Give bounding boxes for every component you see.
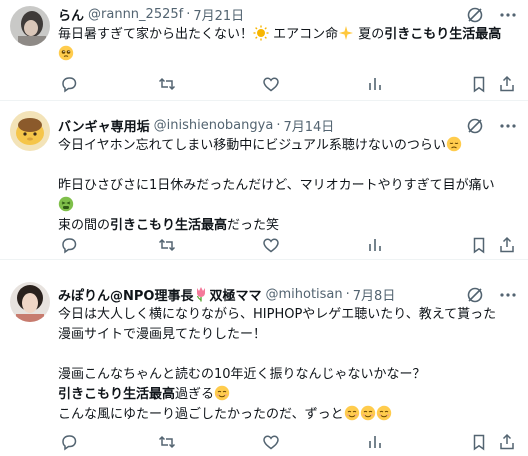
pleading-face-emoji — [58, 45, 74, 61]
tweet[interactable]: バンギャ専用垢 @inishienobangya · 7月14日 今日イヤホン忘… — [0, 101, 528, 260]
like-icon[interactable] — [261, 432, 281, 452]
avatar[interactable] — [10, 282, 50, 322]
disappointed-face-emoji — [446, 136, 462, 152]
like-icon[interactable] — [261, 235, 281, 255]
share-icon[interactable] — [497, 74, 517, 94]
text-segment: 今日イヤホン忘れてしまい移動中にビジュアル系聴けないのつらい — [58, 138, 446, 153]
relieved-face-emoji — [360, 405, 376, 421]
more-icon[interactable] — [498, 5, 518, 25]
text-segment: 昨日ひさびさに1日休みだったんだけど、マリオカートやりすぎて目が痛い — [58, 178, 495, 193]
tweet-actions — [58, 74, 528, 94]
views-icon[interactable] — [365, 74, 385, 94]
text-segment: こんな風にゆたーり過ごしたかったのだ、ずっと — [58, 407, 344, 422]
timestamp[interactable]: 7月8日 — [353, 285, 396, 304]
display-name[interactable]: らん — [58, 5, 84, 24]
tweet[interactable]: らん @rannn_2525f · 7月21日 毎日暑すぎて家から出たくない！ … — [0, 0, 528, 101]
text-segment: だった笑 — [227, 218, 280, 233]
retweet-icon[interactable] — [157, 235, 177, 255]
tweet-header: バンギャ専用垢 @inishienobangya · 7月14日 — [58, 115, 528, 135]
views-icon[interactable] — [365, 235, 385, 255]
highlight-text: 引きこもり生活最高 — [58, 387, 176, 402]
bookmark-icon[interactable] — [469, 74, 489, 94]
separator: · — [276, 117, 281, 133]
display-name[interactable]: バンギャ専用垢 — [58, 116, 150, 135]
user-handle[interactable]: @mihotisan — [265, 287, 342, 302]
relieved-face-emoji — [214, 385, 230, 401]
reply-icon[interactable] — [59, 432, 79, 452]
relieved-face-emoji — [344, 405, 360, 421]
text-segment: 夏の — [354, 27, 385, 42]
avatar[interactable] — [10, 111, 50, 151]
timestamp[interactable]: 7月14日 — [283, 116, 334, 135]
tweet-text: 毎日暑すぎて家から出たくない！ エアコン命 夏の引きこもり生活最高 — [58, 25, 522, 65]
views-icon[interactable] — [365, 432, 385, 452]
sun-emoji — [253, 25, 269, 41]
tweet-text: 今日は大人しく横になりながら、HIPHOPやレゲエ聴いたり、教えて貰った 漫画サ… — [58, 305, 522, 425]
tweet-header: みぽりん@NPO理事長 双極ママ @mihotisan · 7月8日 — [58, 284, 528, 304]
avatar[interactable] — [10, 6, 50, 46]
reply-icon[interactable] — [59, 74, 79, 94]
bookmark-icon[interactable] — [469, 235, 489, 255]
user-handle[interactable]: @inishienobangya — [154, 118, 274, 133]
display-name-suffix[interactable]: 双極ママ — [209, 285, 261, 304]
tweet-actions — [58, 432, 528, 452]
share-icon[interactable] — [497, 235, 517, 255]
retweet-icon[interactable] — [157, 74, 177, 94]
bookmark-icon[interactable] — [469, 432, 489, 452]
more-icon[interactable] — [498, 285, 518, 305]
text-segment: エアコン命 — [269, 27, 339, 42]
timeline-feed: らん @rannn_2525f · 7月21日 毎日暑すぎて家から出たくない！ … — [0, 0, 528, 456]
tweet[interactable]: みぽりん@NPO理事長 双極ママ @mihotisan · 7月8日 今日は大人… — [0, 260, 528, 456]
highlight-text: 引きこもり生活最高 — [110, 218, 228, 233]
like-icon[interactable] — [261, 74, 281, 94]
tweet-header: らん @rannn_2525f · 7月21日 — [58, 4, 528, 24]
grok-icon[interactable] — [466, 286, 484, 304]
text-segment: 今日は大人しく横になりながら、HIPHOPやレゲエ聴いたり、教えて貰った — [58, 307, 497, 322]
highlight-text: 引きこもり生活最高 — [384, 27, 502, 42]
user-handle[interactable]: @rannn_2525f — [88, 7, 183, 22]
text-segment: 漫画こんなちゃんと読むの10年近く振りなんじゃないかなー？ — [58, 367, 426, 382]
tweet-actions — [58, 235, 528, 255]
separator: · — [345, 286, 350, 302]
retweet-icon[interactable] — [157, 432, 177, 452]
share-icon[interactable] — [497, 432, 517, 452]
display-name[interactable]: みぽりん@NPO理事長 — [58, 285, 193, 304]
text-segment: 過ぎる — [175, 387, 215, 402]
separator: · — [186, 6, 191, 22]
tired-face-emoji — [58, 196, 74, 212]
more-icon[interactable] — [498, 116, 518, 136]
text-segment: 束の間の — [58, 218, 111, 233]
tweet-text: 今日イヤホン忘れてしまい移動中にビジュアル系聴けないのつらい 昨日ひさびさに1日… — [58, 136, 522, 236]
relieved-face-emoji — [376, 405, 392, 421]
tulip-emoji — [194, 286, 208, 302]
grok-icon[interactable] — [466, 117, 484, 135]
text-segment: 漫画サイトで漫画見てたりしたー！ — [58, 327, 267, 342]
grok-icon[interactable] — [466, 6, 484, 24]
text-segment: 毎日暑すぎて家から出たくない！ — [58, 27, 254, 42]
reply-icon[interactable] — [59, 235, 79, 255]
timestamp[interactable]: 7月21日 — [193, 5, 244, 24]
sparkles-emoji — [338, 25, 354, 41]
